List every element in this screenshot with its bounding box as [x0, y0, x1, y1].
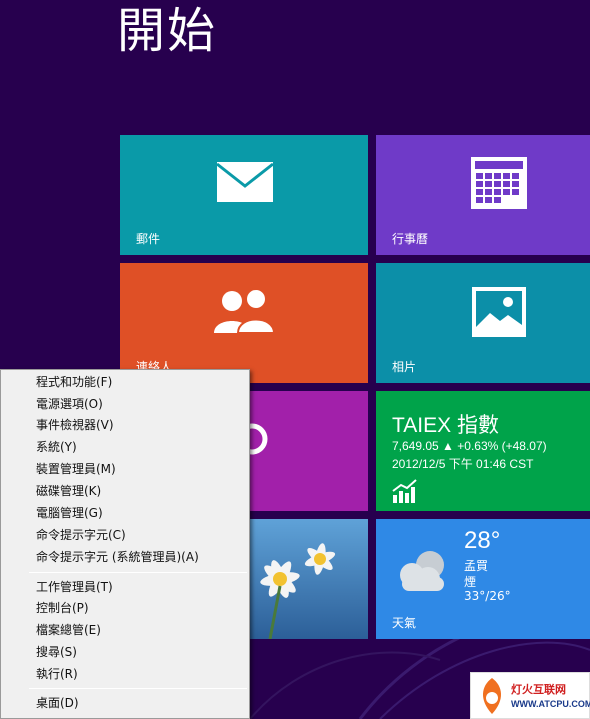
- menu-item-file-explorer[interactable]: 檔案總管(E): [2, 620, 248, 641]
- weather-temperature: 28°: [464, 527, 501, 554]
- tile-calendar-label: 行事曆: [392, 232, 429, 246]
- menu-item-command-prompt[interactable]: 命令提示字元(C): [2, 525, 248, 546]
- weather-cloud-icon: [400, 551, 444, 591]
- menu-item-run[interactable]: 執行(R): [2, 664, 248, 685]
- calendar-icon: [471, 157, 527, 209]
- finance-time: 2012/12/5 下午 01:46 CST: [392, 457, 534, 471]
- menu-item-programs-features[interactable]: 程式和功能(F): [2, 372, 248, 393]
- watermark-name: 灯火互联网: [511, 683, 566, 696]
- menu-item-device-manager[interactable]: 裝置管理員(M): [2, 459, 248, 480]
- tile-mail[interactable]: 郵件: [120, 135, 368, 255]
- tile-people[interactable]: 連絡人: [120, 263, 368, 383]
- watermark-logo: [482, 678, 502, 714]
- menu-item-task-manager[interactable]: 工作管理員(T): [2, 577, 248, 598]
- menu-item-power-options[interactable]: 電源選項(O): [2, 394, 248, 415]
- menu-item-command-prompt-admin[interactable]: 命令提示字元 (系統管理員)(A): [2, 547, 248, 568]
- tile-photos[interactable]: 相片: [376, 263, 590, 383]
- finance-title: TAIEX 指數: [392, 414, 499, 437]
- weather-city: 孟買: [464, 559, 489, 573]
- menu-item-disk-management[interactable]: 磁碟管理(K): [2, 481, 248, 502]
- mail-icon: [216, 162, 274, 202]
- menu-item-control-panel[interactable]: 控制台(P): [2, 598, 248, 619]
- finance-chart-icon: [392, 479, 417, 503]
- menu-item-event-viewer[interactable]: 事件檢視器(V): [2, 415, 248, 436]
- tile-weather-label: 天氣: [392, 616, 417, 630]
- finance-value: 7,649.05 ▲ +0.63% (+48.07): [392, 439, 547, 453]
- menu-item-desktop[interactable]: 桌面(D): [2, 693, 248, 714]
- tile-mail-label: 郵件: [136, 232, 161, 246]
- tile-calendar[interactable]: 行事曆: [376, 135, 590, 255]
- photos-icon: [472, 287, 526, 337]
- watermark-url: WWW.ATCPU.COM: [511, 699, 590, 709]
- tile-photos-label: 相片: [392, 360, 417, 374]
- menu-separator: [29, 688, 247, 689]
- start-screen-title: 開始: [117, 3, 218, 59]
- quick-link-menu: 程式和功能(F) 電源選項(O) 事件檢視器(V) 系統(Y) 裝置管理員(M)…: [0, 369, 250, 719]
- menu-separator: [29, 572, 247, 573]
- tile-weather[interactable]: 28° 孟買 煙 33°/26° 天氣: [376, 519, 590, 639]
- menu-item-computer-management[interactable]: 電腦管理(G): [2, 503, 248, 524]
- people-icon: [214, 288, 276, 333]
- weather-range: 33°/26°: [464, 589, 511, 603]
- weather-condition: 煙: [464, 575, 477, 589]
- tile-finance[interactable]: TAIEX 指數 7,649.05 ▲ +0.63% (+48.07) 2012…: [376, 391, 590, 511]
- menu-item-system[interactable]: 系統(Y): [2, 437, 248, 458]
- menu-item-search[interactable]: 搜尋(S): [2, 642, 248, 663]
- watermark: 灯火互联网 WWW.ATCPU.COM: [470, 672, 590, 719]
